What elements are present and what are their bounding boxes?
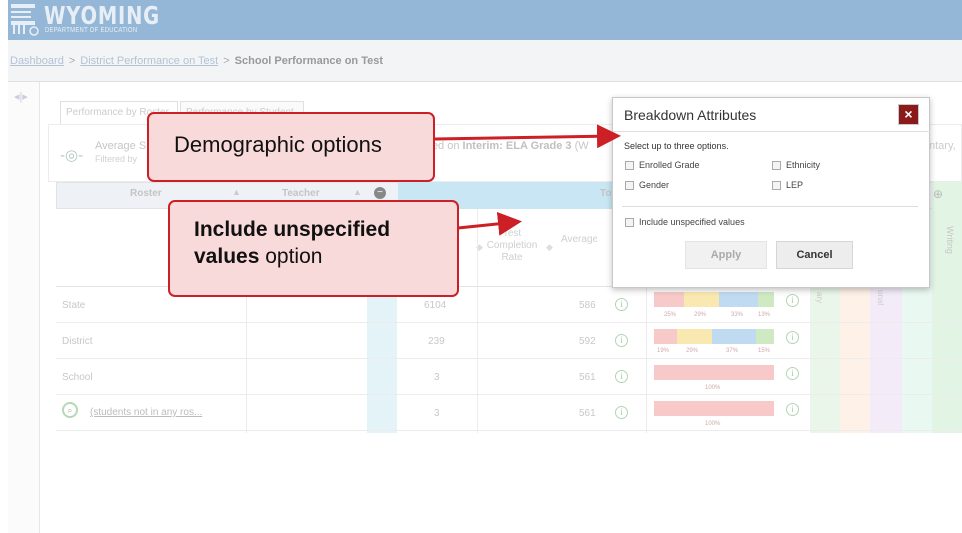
breadcrumb-separator: >: [223, 55, 230, 67]
teacher-header[interactable]: Teacher: [282, 188, 320, 199]
achievement-bar: [654, 329, 774, 344]
app-subtitle: DEPARTMENT OF EDUCATION: [45, 27, 138, 34]
modal-divider: [622, 206, 918, 207]
option-ethnicity[interactable]: Ethnicity: [772, 160, 820, 170]
search-icon[interactable]: ⌕: [62, 402, 78, 418]
target-icon: -◎-: [60, 147, 84, 164]
bar-segment: [654, 292, 684, 307]
column-divider: [246, 287, 247, 433]
report-title: Average S: [95, 140, 147, 152]
bar-pct: 29%: [686, 348, 699, 354]
bar-segment: [718, 292, 759, 307]
roster-header[interactable]: Roster: [130, 188, 162, 199]
arrow-to-options: [434, 124, 621, 149]
achievement-bar: [654, 401, 774, 416]
row-label: State: [62, 300, 86, 311]
info-icon[interactable]: i: [786, 331, 799, 344]
apply-button[interactable]: Apply: [685, 241, 767, 269]
bar-pct: 100%: [705, 421, 721, 427]
option-lep[interactable]: LEP: [772, 180, 803, 190]
bar-segment: [676, 329, 712, 344]
modal-instruction: Select up to three options.: [624, 141, 729, 151]
bar-segment: [654, 401, 774, 416]
bar-pct: 37%: [726, 348, 739, 354]
plus-circle-icon[interactable]: ⊕: [933, 187, 943, 201]
info-icon[interactable]: i: [615, 334, 628, 347]
info-icon[interactable]: i: [615, 370, 628, 383]
checkbox[interactable]: [772, 160, 781, 170]
bar-pct: 15%: [758, 348, 771, 354]
row-score: 586: [579, 300, 596, 311]
option-gender[interactable]: Gender: [625, 180, 669, 190]
breadcrumb-separator: >: [68, 55, 76, 67]
callout-unspecified: Include unspecified values option: [168, 200, 459, 297]
report-filter-text: Filtered by: [95, 154, 138, 164]
breakdown-attributes-modal: [612, 97, 930, 288]
bar-segment: [654, 329, 677, 344]
option-enrolled-grade[interactable]: Enrolled Grade: [625, 160, 700, 170]
info-icon[interactable]: i: [786, 367, 799, 380]
breadcrumb-link-district[interactable]: District Performance on Test: [80, 55, 218, 67]
report-subject-text: ntary,: [929, 140, 956, 152]
left-rail: [8, 82, 40, 533]
row-count: 6104: [424, 300, 447, 311]
achievement-bar: [654, 365, 774, 380]
row-label: School: [62, 372, 93, 383]
sort-icon[interactable]: ▲: [353, 187, 362, 197]
checkbox[interactable]: [772, 180, 781, 190]
breadcrumb-current: School Performance on Test: [234, 55, 383, 67]
info-icon[interactable]: i: [786, 294, 799, 307]
option-label: LEP: [786, 180, 804, 190]
table-row: [56, 323, 962, 359]
row-count: 3: [434, 372, 440, 383]
cancel-button[interactable]: Cancel: [776, 241, 853, 269]
bar-segment: [654, 365, 774, 380]
row-count: 3: [434, 408, 440, 419]
bar-segment: [684, 292, 719, 307]
callout-demographic: Demographic options: [147, 112, 435, 182]
info-icon[interactable]: i: [615, 406, 628, 419]
info-icon[interactable]: i: [615, 298, 628, 311]
rail-toggle-icon[interactable]: ◂|▸: [14, 90, 28, 103]
row-score: 561: [579, 408, 596, 419]
option-label: Gender: [639, 180, 670, 190]
bar-pct: 19%: [657, 348, 670, 354]
achievement-bar: [654, 292, 774, 307]
bar-pct: 13%: [758, 312, 771, 318]
app-title: WYOMING: [44, 1, 160, 30]
bar-pct: 25%: [664, 312, 677, 318]
option-label: Enrolled Grade: [639, 160, 700, 170]
logo-icon: [11, 4, 39, 36]
row-score: 561: [579, 372, 596, 383]
row-score: 592: [579, 336, 596, 347]
breadcrumb-link-dashboard[interactable]: Dashboard: [10, 55, 64, 67]
bar-segment: [711, 329, 756, 344]
modal-divider: [612, 131, 930, 132]
breadcrumb: Dashboard > District Performance on Test > S…: [10, 55, 383, 67]
option-include-unspecified[interactable]: Include unspecified values: [625, 217, 745, 227]
close-icon[interactable]: ×: [898, 104, 919, 125]
bar-pct: 33%: [731, 312, 744, 318]
option-label: Ethnicity: [786, 160, 821, 170]
minus-circle-icon[interactable]: −: [374, 187, 386, 199]
option-label: Include unspecified values: [639, 217, 745, 227]
table-row: [56, 359, 962, 395]
row-count: 239: [428, 336, 445, 347]
row-label: District: [62, 336, 93, 347]
students-not-in-roster-link[interactable]: (students not in any ros...: [90, 407, 202, 418]
sort-icon[interactable]: ▲: [232, 187, 241, 197]
info-icon[interactable]: i: [786, 403, 799, 416]
writing-header: Writing: [945, 226, 955, 254]
bar-segment: [755, 329, 774, 344]
callout-arrows: [434, 124, 621, 236]
bar-pct: 100%: [705, 385, 721, 391]
modal-title: Breakdown Attributes: [624, 107, 757, 123]
bar-pct: 29%: [694, 312, 707, 318]
bar-segment: [758, 292, 774, 307]
arrow-to-unspecified: [457, 211, 522, 236]
